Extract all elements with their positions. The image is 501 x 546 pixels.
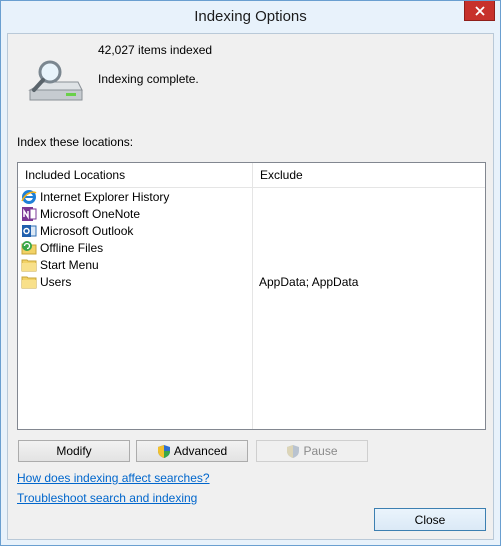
troubleshoot-link[interactable]: Troubleshoot search and indexing [17, 491, 197, 505]
close-button-label: Close [414, 512, 446, 527]
close-button[interactable]: Close [374, 508, 486, 531]
dialog-body: 42,027 items indexed Indexing complete. … [7, 33, 494, 540]
list-item[interactable]: Offline Files [18, 240, 485, 257]
title-bar[interactable]: Indexing Options [1, 1, 500, 33]
locations-label: Index these locations: [17, 135, 134, 149]
window-close-button[interactable] [464, 1, 495, 21]
list-item[interactable]: Microsoft Outlook [18, 223, 485, 240]
items-indexed-count: 42,027 items indexed [98, 43, 213, 57]
location-name: Microsoft Outlook [40, 224, 134, 238]
indexing-status: Indexing complete. [98, 72, 199, 86]
advanced-button-label: Advanced [173, 444, 228, 458]
folder-icon [21, 276, 37, 289]
pause-button-label: Pause [303, 444, 338, 458]
internet-explorer-icon [21, 190, 37, 204]
how-indexing-affects-link[interactable]: How does indexing affect searches? [17, 471, 210, 485]
location-name: Microsoft OneNote [40, 207, 141, 221]
indexing-options-window: Indexing Options 42,027 items indexed In… [0, 0, 501, 546]
advanced-button[interactable]: Advanced [136, 440, 248, 462]
close-icon [474, 5, 485, 16]
list-item[interactable]: Start Menu [18, 257, 485, 274]
column-header-exclude[interactable]: Exclude [253, 163, 485, 188]
modify-button[interactable]: Modify [18, 440, 130, 462]
folder-icon [21, 259, 37, 272]
uac-shield-icon [157, 444, 170, 458]
column-header-included[interactable]: Included Locations [18, 163, 252, 188]
location-exclude: AppData; AppData [259, 275, 359, 289]
offline-files-icon [21, 241, 37, 255]
location-name: Internet Explorer History [40, 190, 170, 204]
outlook-icon [22, 225, 37, 237]
window-title: Indexing Options [194, 8, 307, 25]
list-item[interactable]: Users AppData; AppData [18, 274, 485, 291]
indexing-drive-icon [28, 60, 83, 101]
location-name: Users [40, 275, 72, 289]
pause-button[interactable]: Pause [256, 440, 368, 462]
onenote-icon [22, 207, 37, 221]
list-item[interactable]: Microsoft OneNote [18, 206, 485, 223]
location-name: Start Menu [40, 258, 99, 272]
modify-button-label: Modify [56, 444, 92, 458]
list-item[interactable]: Internet Explorer History [18, 189, 485, 206]
location-name: Offline Files [40, 241, 104, 255]
uac-shield-icon [287, 444, 300, 458]
locations-list[interactable]: Included Locations Exclude Internet Expl… [17, 162, 486, 430]
